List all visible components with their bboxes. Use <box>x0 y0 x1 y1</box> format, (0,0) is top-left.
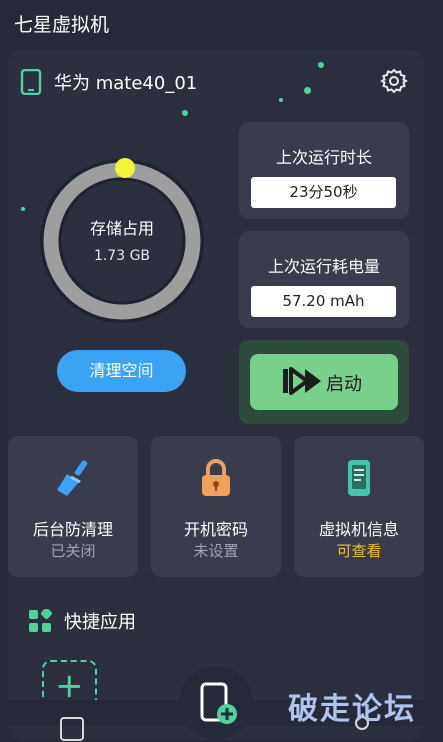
lock-icon <box>202 459 230 496</box>
last-runtime-label: 上次运行时长 <box>275 148 372 167</box>
play-icon <box>283 367 321 395</box>
feature-vm-info[interactable]: 虚拟机信息 可查看 <box>294 436 424 577</box>
last-power-value: 57.20 mAh <box>251 286 396 317</box>
storage-value: 1.73 GB <box>93 248 151 264</box>
feature-title: 虚拟机信息 <box>318 520 399 539</box>
apps-grid-icon <box>29 609 52 632</box>
broom-icon <box>57 460 88 496</box>
feature-boot-password[interactable]: 开机密码 未设置 <box>151 436 281 577</box>
start-button[interactable]: 启动 <box>250 354 398 410</box>
phone-icon <box>20 69 42 95</box>
start-card: 启动 <box>239 340 409 424</box>
device-name: 华为 mate40_01 <box>54 73 198 94</box>
decor-dot <box>304 87 311 94</box>
quick-apps-title: 快捷应用 <box>64 612 136 633</box>
feature-status: 可查看 <box>336 542 382 560</box>
decor-dot <box>182 110 188 116</box>
app-title: 七星虚拟机 <box>14 14 110 36</box>
add-vm-button[interactable] <box>179 666 253 740</box>
clean-space-button[interactable]: 清理空间 <box>57 350 186 392</box>
decor-dot <box>318 62 324 68</box>
watermark: 破走论坛 <box>288 692 416 727</box>
feature-title: 后台防清理 <box>32 520 113 539</box>
feature-title: 开机密码 <box>183 520 248 539</box>
add-device-icon <box>200 682 237 724</box>
last-power-card: 上次运行耗电量 57.20 mAh <box>239 231 409 328</box>
storage-label: 存储占用 <box>89 219 154 238</box>
feature-status: 已关闭 <box>50 542 96 560</box>
storage-ring <box>40 158 204 323</box>
gear-icon[interactable] <box>380 67 408 95</box>
decor-dot <box>21 207 25 211</box>
last-runtime-value: 23分50秒 <box>251 177 396 208</box>
storage-knob <box>115 158 135 178</box>
device-info-icon <box>348 460 370 496</box>
nav-home-icon[interactable] <box>59 716 85 742</box>
feature-anti-clean[interactable]: 后台防清理 已关闭 <box>8 436 138 577</box>
quick-apps-header: 快捷应用 <box>28 608 136 634</box>
feature-status: 未设置 <box>193 542 239 560</box>
device-header: 华为 mate40_01 <box>20 66 197 98</box>
start-label: 启动 <box>326 374 362 395</box>
decor-dot <box>279 98 283 102</box>
last-runtime-card: 上次运行时长 23分50秒 <box>239 122 409 219</box>
last-power-label: 上次运行耗电量 <box>267 257 380 276</box>
